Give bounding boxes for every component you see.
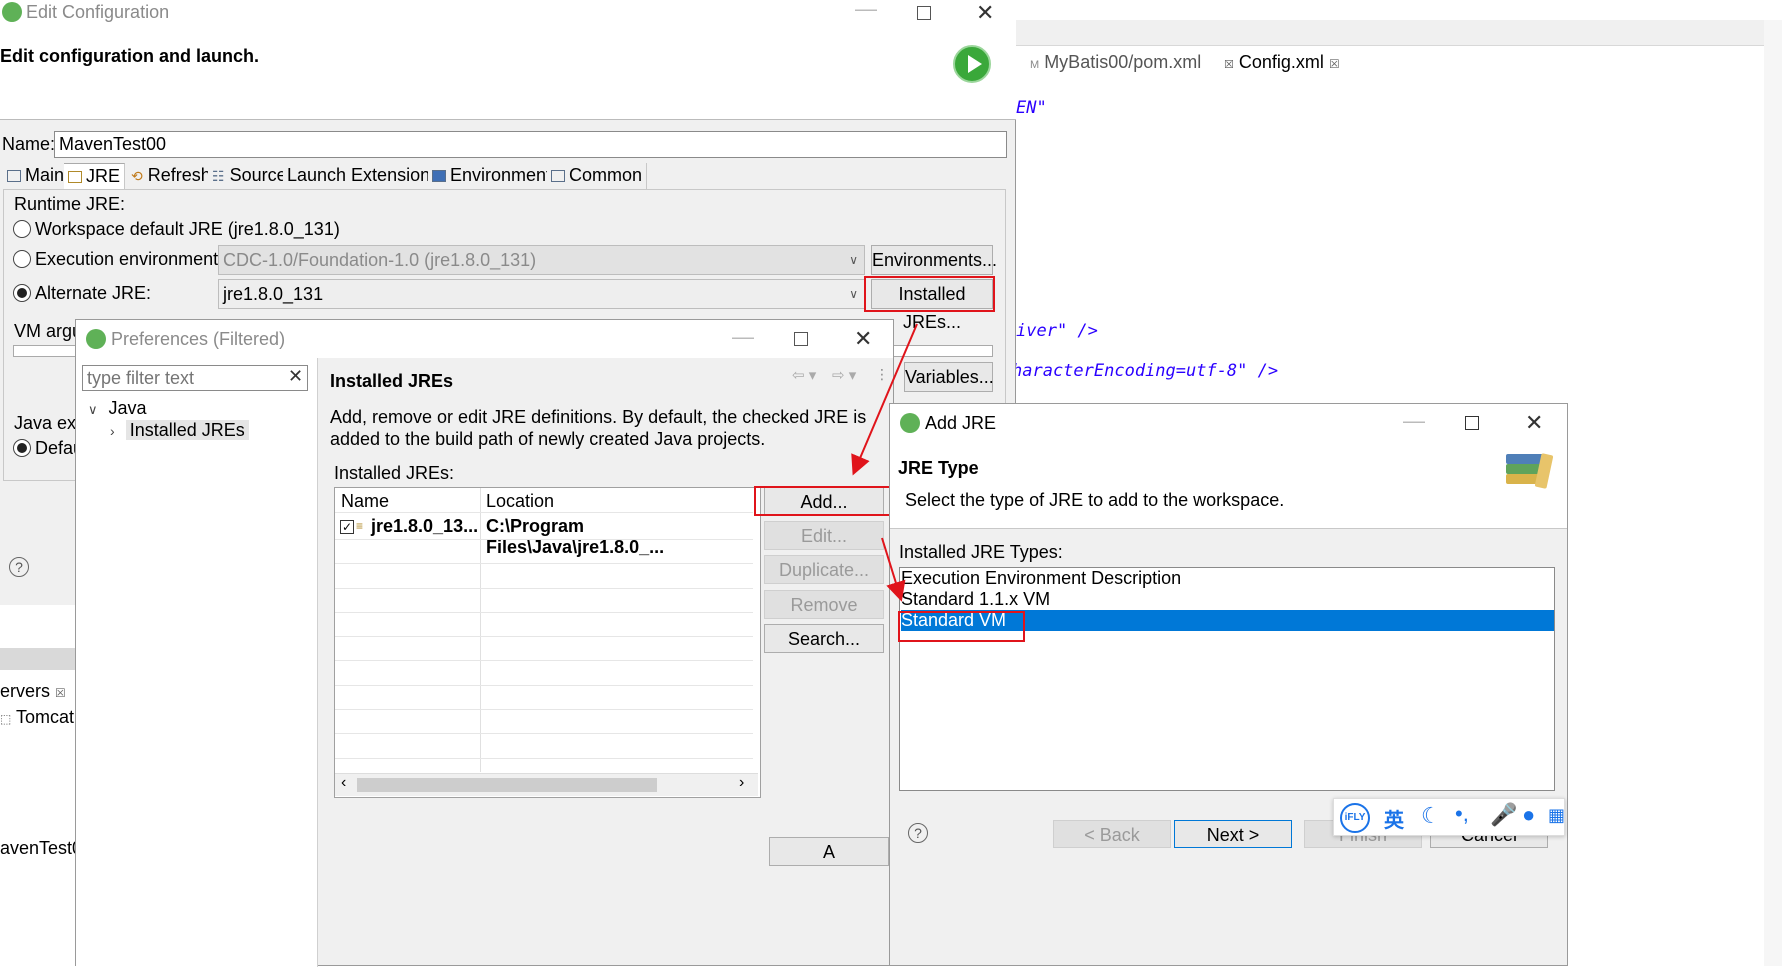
arrow-to-add <box>851 323 918 476</box>
annotation-arrows <box>851 323 918 602</box>
arrow-to-standard-vm <box>881 537 906 602</box>
